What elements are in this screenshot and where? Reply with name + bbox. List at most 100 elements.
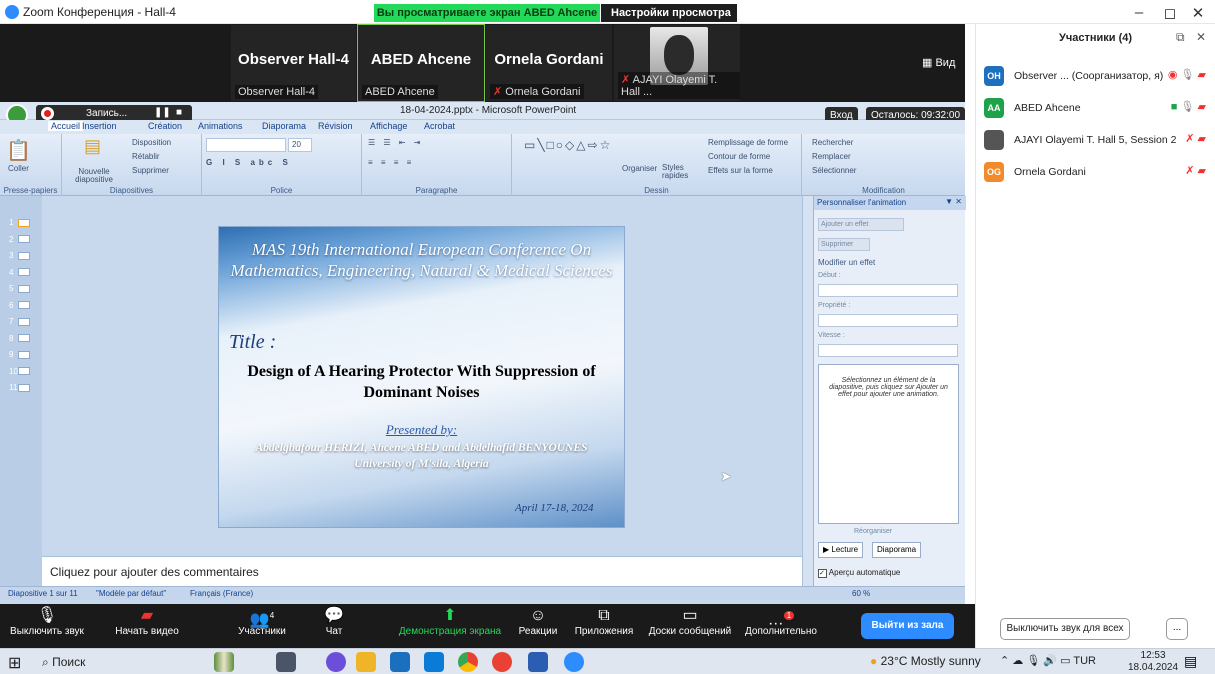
tab-creation[interactable]: Création	[148, 121, 182, 131]
notifications-icon[interactable]: ▤	[1184, 653, 1197, 670]
maximize-icon[interactable]: ◻	[1158, 4, 1182, 22]
slide-thumbnail[interactable]: 8	[9, 334, 35, 343]
video-tile-active[interactable]: ABED Ahcene ABED Ahcene	[357, 24, 485, 102]
font-format-buttons[interactable]: G I S abc S	[206, 158, 292, 167]
zoom-taskbar-icon[interactable]	[564, 652, 584, 672]
tab-affichage[interactable]: Affichage	[370, 121, 407, 131]
paste-icon[interactable]: 📋	[6, 138, 31, 163]
whiteboards-button[interactable]: ▭ Доски сообщений	[644, 604, 736, 648]
participant-row[interactable]: OH Observer ... (Соорганизатор, я) ◉ 🎙 ▰	[984, 64, 1208, 88]
list-buttons[interactable]: ☰ ☰ ⇤ ⇥	[368, 138, 423, 147]
view-settings-button[interactable]: Настройки просмотра ⌄	[601, 4, 737, 37]
slide-thumbnail[interactable]: 9	[9, 350, 35, 359]
slide-thumbnail[interactable]: 4	[9, 268, 35, 277]
tab-revision[interactable]: Révision	[318, 121, 353, 131]
more-button[interactable]: … 1 Дополнительно	[740, 604, 822, 648]
leave-room-button[interactable]: Выйти из зала	[861, 613, 954, 639]
paste-label[interactable]: Coller	[8, 164, 29, 173]
mail-icon[interactable]	[424, 652, 444, 672]
chrome-alt-icon[interactable]	[492, 652, 512, 672]
apps-button[interactable]: ⧉ Приложения	[570, 604, 638, 648]
arrange-button[interactable]: Organiser	[622, 164, 657, 173]
tab-acrobat[interactable]: Acrobat	[424, 121, 455, 131]
add-effect-button[interactable]: Ajouter un effet	[818, 218, 904, 231]
reset-button[interactable]: Rétablir	[132, 152, 160, 161]
participant-row[interactable]: AJAYI Olayemi T. Hall 5, Session 2 ✗ ▰	[984, 128, 1208, 152]
participants-button[interactable]: 👥4 Участники	[228, 604, 296, 648]
participant-row[interactable]: OG Ornela Gordani ✗ ▰	[984, 160, 1208, 184]
clock[interactable]: 12:53 18.04.2024	[1128, 650, 1178, 674]
autopreview-checkbox[interactable]: ✓ Aperçu automatique	[818, 568, 900, 578]
slide-thumbnail[interactable]: 5	[9, 284, 35, 293]
video-tile[interactable]: Ornela Gordani ✗ Ornela Gordani	[485, 24, 613, 102]
store-icon[interactable]	[390, 652, 410, 672]
video-tile[interactable]: Observer Hall-4 Observer Hall-4	[230, 24, 357, 102]
windows-start-icon[interactable]: ⊞	[8, 653, 21, 673]
shape-fill-button[interactable]: Remplissage de forme	[708, 138, 788, 147]
chat-button[interactable]: 💬 Чат	[314, 604, 354, 648]
chrome-icon[interactable]	[458, 652, 478, 672]
reorder-button[interactable]: Réorganiser	[854, 528, 994, 535]
zoom-level[interactable]: 60 %	[852, 589, 870, 598]
word-icon[interactable]	[528, 652, 548, 672]
new-slide-label[interactable]: Nouvelle diapositive	[66, 168, 122, 184]
remove-effect-button[interactable]: Supprimer	[818, 238, 870, 251]
slide[interactable]: MAS 19th International European Conferen…	[218, 226, 625, 528]
tab-accueil[interactable]: Accueil	[48, 121, 84, 131]
close-panel-icon[interactable]: ✕	[1196, 30, 1206, 44]
slide-thumbnail[interactable]: 3	[9, 251, 35, 260]
find-button[interactable]: Rechercher	[812, 138, 853, 147]
participant-row[interactable]: AA ABED Ahcene ■ 🎙 ▰	[984, 96, 1208, 120]
video-tile[interactable]: ✗ AJAYI Olayemi T. Hall ...	[613, 24, 741, 102]
font-size-input[interactable]: 20	[288, 138, 312, 152]
file-explorer-icon[interactable]	[356, 652, 376, 672]
slide-thumbnail[interactable]: 2	[9, 235, 35, 244]
shape-effects-button[interactable]: Effets sur la forme	[708, 166, 773, 175]
taskbar-widget-icon[interactable]	[214, 652, 234, 672]
property-dropdown[interactable]	[818, 314, 958, 327]
reactions-button[interactable]: ☺ Реакции	[514, 604, 562, 648]
system-tray[interactable]: ⌃ ☁ 🎙 🔊 ▭ TUR	[1000, 654, 1096, 667]
start-video-button[interactable]: ▰ Начать видео	[102, 604, 192, 648]
view-button[interactable]: ▦ Вид	[922, 56, 955, 69]
notes-pane[interactable]: Cliquez pour ajouter des commentaires	[42, 556, 802, 586]
task-view-icon[interactable]	[276, 652, 296, 672]
align-buttons[interactable]: ≡ ≡ ≡ ≡	[368, 158, 414, 167]
quick-styles-button[interactable]: Styles rapides	[662, 164, 692, 180]
popout-icon[interactable]: ⧉	[1176, 30, 1185, 45]
speed-dropdown[interactable]	[818, 344, 958, 357]
mute-all-button[interactable]: Выключить звук для всех	[1000, 618, 1130, 640]
tab-animations[interactable]: Animations	[198, 121, 243, 131]
start-dropdown[interactable]	[818, 284, 958, 297]
weather-widget[interactable]: ● 23°C Mostly sunny	[870, 654, 981, 668]
new-slide-icon[interactable]: ▤	[84, 136, 101, 157]
slide-thumbnail[interactable]: 6	[9, 301, 35, 310]
slide-thumbnail[interactable]: 11	[9, 383, 35, 392]
share-screen-button[interactable]: ⬆ Демонстрация экрана	[396, 604, 504, 648]
tab-insertion[interactable]: Insertion	[82, 121, 117, 131]
tab-diaporama[interactable]: Diaporama	[262, 121, 306, 131]
slide-thumbnail[interactable]: 10	[9, 367, 35, 376]
play-button[interactable]: ▶ Lecture	[818, 542, 864, 558]
taskbar-search[interactable]: ⌕ Поиск	[36, 651, 196, 673]
slide-thumbnail[interactable]: 7	[9, 317, 35, 326]
layout-button[interactable]: Disposition	[132, 138, 171, 147]
shapes-gallery[interactable]: ▭╲□○◇△⇨☆	[524, 138, 612, 152]
font-name-input[interactable]	[206, 138, 286, 152]
select-button[interactable]: Sélectionner	[812, 166, 856, 175]
slide-thumbnail[interactable]: 1	[9, 218, 35, 227]
shape-outline-button[interactable]: Contour de forme	[708, 152, 770, 161]
delete-button[interactable]: Supprimer	[132, 166, 169, 175]
slideshow-button[interactable]: Diaporama	[872, 542, 922, 558]
more-options-button[interactable]: ...	[1166, 618, 1188, 640]
animation-list[interactable]: Sélectionnez un élément de la diapositiv…	[818, 364, 959, 524]
close-icon[interactable]: ▼ ✕	[945, 197, 962, 206]
taskbar-app-icon[interactable]	[326, 652, 346, 672]
mute-button[interactable]: 🎙 Выключить звук	[4, 604, 90, 648]
vertical-scrollbar[interactable]	[802, 196, 813, 586]
replace-button[interactable]: Remplacer	[812, 152, 851, 161]
minimize-icon[interactable]: –	[1127, 4, 1151, 21]
close-icon[interactable]: ✕	[1186, 4, 1210, 22]
stop-icon[interactable]: ■	[176, 107, 182, 118]
pause-icon[interactable]: ❚❚	[154, 107, 171, 118]
